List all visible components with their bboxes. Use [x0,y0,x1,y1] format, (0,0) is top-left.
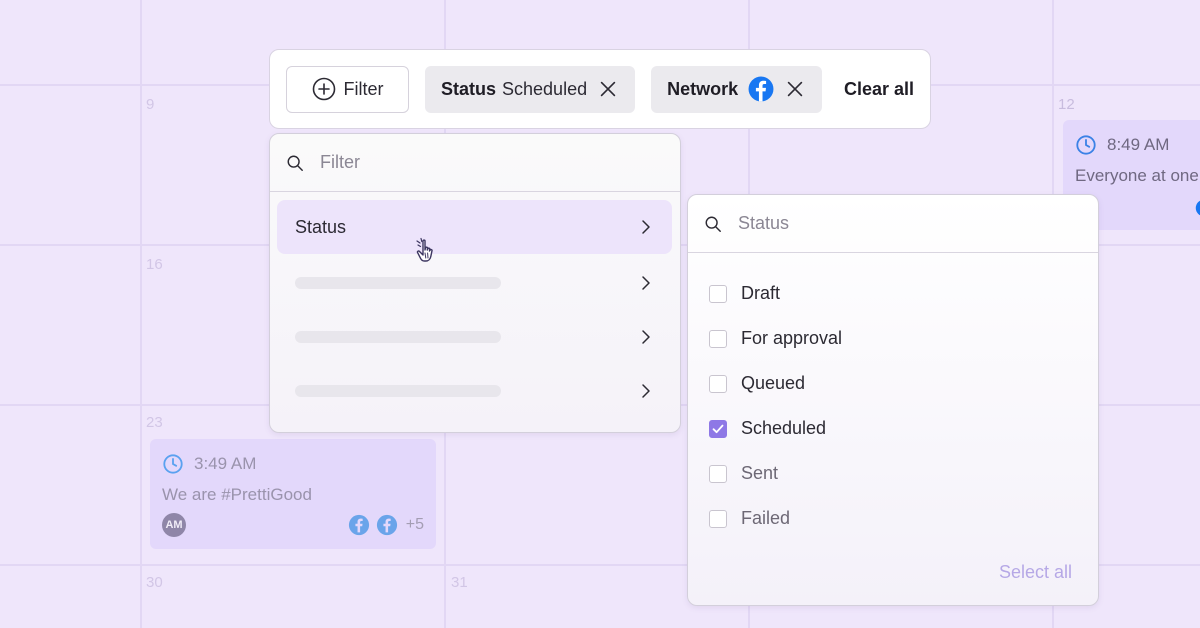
select-all-button[interactable]: Select all [999,562,1072,583]
add-filter-button[interactable]: Filter [286,65,409,113]
loading-placeholder [295,277,501,289]
event-time: 8:49 AM [1107,135,1170,154]
status-option-draft[interactable]: Draft [709,271,842,316]
filter-menu-item[interactable] [277,364,672,418]
hand-cursor-icon [416,237,433,262]
status-option-label: Sent [741,463,779,483]
day-number: 23 [146,414,163,431]
facebook-icon [376,514,397,536]
status-search [688,195,1098,253]
grid-line [140,0,142,628]
status-option-label: For approval [741,328,843,348]
day-number: 16 [146,256,163,273]
search-icon [287,155,303,171]
status-options-list: Draft For approval Queued Scheduled Sent… [709,271,842,541]
checkbox[interactable] [709,284,727,303]
chevron-right-icon [642,220,650,234]
chip-label: Status [441,78,497,99]
event-title: Everyone at one [1075,166,1199,185]
status-menu: Draft For approval Queued Scheduled Sent… [687,194,1099,606]
filter-bar: Filter Status Scheduled Network Clear al… [269,49,931,129]
clock-icon [1076,135,1096,155]
facebook-icon [1195,200,1200,216]
filter-button-label: Filter [343,78,384,99]
status-option-label: Failed [741,508,791,528]
search-icon [705,216,721,232]
loading-placeholder [295,331,501,343]
filter-menu: Status [269,133,681,433]
event-title: We are #PrettiGood [162,485,312,504]
status-option-label: Queued [741,373,806,393]
status-filter-chip[interactable]: Status Scheduled [425,65,636,113]
filter-menu-item[interactable] [277,310,672,364]
filter-search-input[interactable] [320,152,620,173]
avatar: AM [162,513,186,537]
menu-item-label: Status [295,216,347,237]
status-option-scheduled[interactable]: Scheduled [709,406,842,451]
chip-value: Scheduled [502,78,588,99]
plus-circle-icon [312,77,335,101]
status-option-failed[interactable]: Failed [709,496,842,541]
clock-icon [163,454,183,474]
network-filter-chip[interactable]: Network [651,65,823,113]
status-option-for-approval[interactable]: For approval [709,316,842,361]
day-number: 31 [451,574,468,591]
checkbox[interactable] [709,464,727,483]
close-icon[interactable] [784,78,806,100]
status-search-input[interactable] [738,213,1038,234]
close-icon[interactable] [597,78,619,100]
checkbox[interactable] [709,374,727,393]
checkbox-checked[interactable] [709,419,727,438]
day-number: 9 [146,96,155,113]
loading-placeholder [295,385,501,397]
chevron-right-icon [642,330,650,344]
facebook-icon [348,514,369,536]
status-option-label: Scheduled [741,418,827,438]
chevron-right-icon [642,384,650,398]
event-time: 3:49 AM [194,454,257,473]
day-number: 30 [146,574,163,591]
filter-search [270,134,680,192]
status-option-sent[interactable]: Sent [709,451,842,496]
status-option-label: Draft [741,283,781,303]
extra-networks-count: +5 [405,516,424,533]
calendar-event[interactable]: 3:49 AM We are #PrettiGood AM +5 [150,439,436,549]
filter-menu-item-status[interactable]: Status [277,200,672,254]
chevron-right-icon [642,276,650,290]
checkmark-icon [712,424,724,433]
clear-all-button[interactable]: Clear all [844,79,914,100]
day-number: 12 [1058,96,1075,113]
checkbox[interactable] [709,509,727,528]
facebook-icon [748,76,774,102]
status-option-queued[interactable]: Queued [709,361,842,406]
chip-label: Network [667,78,739,99]
filter-menu-item[interactable] [277,256,672,310]
checkbox[interactable] [709,329,727,348]
